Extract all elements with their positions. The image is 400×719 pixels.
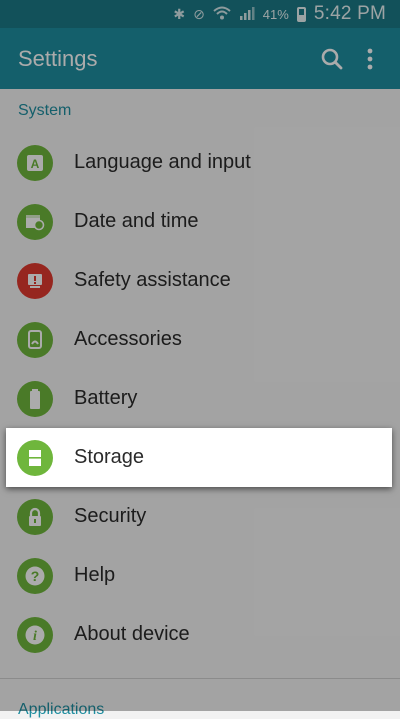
svg-text:i: i — [33, 629, 37, 644]
section-header-system: System — [18, 102, 72, 119]
status-bar: ✱ ⊘ 41% 5:42 PM — [0, 0, 400, 28]
settings-item-language-and-input[interactable]: A Language and input — [0, 133, 400, 192]
settings-list: System A Language and input Date and tim… — [0, 89, 400, 718]
section-header-applications: Applications — [18, 701, 105, 718]
svg-text:A: A — [31, 157, 40, 171]
settings-item-label: Date and time — [74, 210, 199, 232]
settings-item-label: Storage — [74, 446, 145, 468]
settings-item-accessories[interactable]: Accessories — [0, 310, 400, 369]
settings-item-label: Help — [74, 564, 116, 586]
battery-icon — [296, 6, 306, 22]
language-icon: A — [17, 144, 53, 181]
settings-item-date-and-time[interactable]: Date and time — [0, 192, 400, 251]
app-bar: Settings — [0, 28, 400, 89]
settings-item-security[interactable]: Security — [0, 487, 400, 546]
vibrate-mute-icon: ⊘ — [193, 5, 205, 22]
calendar-clock-icon — [17, 203, 53, 240]
battery-percent: 41% — [262, 6, 289, 22]
settings-item-label: Accessories — [74, 328, 182, 350]
settings-item-safety-assistance[interactable]: Safety assistance — [0, 251, 400, 310]
signal-icon — [239, 6, 255, 23]
wifi-icon — [213, 6, 231, 23]
bluetooth-icon: ✱ — [173, 5, 186, 22]
settings-item-storage[interactable]: Storage — [6, 428, 392, 487]
help-icon: ? — [17, 557, 53, 594]
settings-item-label: Safety assistance — [74, 269, 231, 291]
settings-item-battery[interactable]: Battery — [0, 369, 400, 428]
accessories-icon — [17, 321, 53, 358]
settings-item-help[interactable]: ? Help — [0, 546, 400, 605]
settings-item-label: About device — [74, 623, 190, 645]
storage-card-icon — [17, 439, 53, 476]
info-icon: i — [17, 616, 53, 653]
svg-text:?: ? — [31, 568, 40, 584]
safety-alert-icon — [17, 262, 53, 299]
settings-item-about-device[interactable]: i About device — [0, 605, 400, 664]
more-vertical-icon — [367, 48, 373, 69]
settings-item-label: Language and input — [74, 151, 251, 173]
clock: 5:42 PM — [313, 3, 386, 24]
battery-icon — [17, 380, 53, 417]
page-title: Settings — [18, 45, 98, 71]
search-button[interactable] — [312, 39, 352, 79]
settings-item-label: Security — [74, 505, 147, 527]
settings-item-label: Battery — [74, 387, 138, 409]
more-options-button[interactable] — [356, 39, 384, 79]
search-icon — [321, 48, 343, 69]
lock-icon — [17, 498, 53, 535]
